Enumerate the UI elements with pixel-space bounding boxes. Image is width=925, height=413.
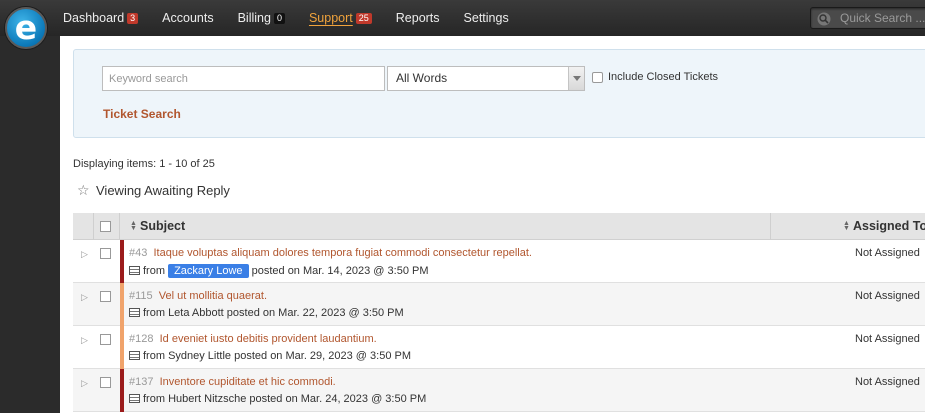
keyword-search-input[interactable]: [102, 66, 385, 91]
view-title-bar: ☆ Viewing Awaiting Reply: [73, 174, 925, 206]
ticket-meta-line: from Zackary Lowe posted on Mar. 14, 202…: [129, 264, 429, 278]
nav-dashboard[interactable]: Dashboard 3: [63, 0, 139, 36]
ticket-assigned: Not Assigned: [855, 247, 920, 259]
nav-reports[interactable]: Reports: [396, 0, 440, 36]
expand-triangle-icon[interactable]: ▷: [81, 249, 88, 260]
view-title: Viewing Awaiting Reply: [96, 183, 230, 198]
ticket-note-icon: [129, 308, 140, 317]
expand-triangle-icon[interactable]: ▷: [81, 378, 88, 389]
priority-indicator: [120, 240, 124, 283]
ticket-subject-link[interactable]: Vel ut mollitia quaerat.: [159, 290, 267, 302]
nav-billing[interactable]: Billing 0: [238, 0, 285, 36]
table-row[interactable]: ▷ #128 Id eveniet iusto debitis providen…: [73, 326, 925, 369]
ticket-subject-link[interactable]: Itaque voluptas aliquam dolores tempora …: [153, 247, 532, 259]
table-row[interactable]: ▷ #137 Inventore cupiditate et hic commo…: [73, 369, 925, 412]
nav-support-badge: 25: [355, 13, 372, 24]
column-divider: [119, 213, 120, 240]
ticket-search-panel: All Words Include Closed Tickets Ticket …: [73, 49, 925, 138]
ticket-id: #43: [129, 247, 148, 259]
main-nav: Dashboard 3 Accounts Billing 0 Support 25 R…: [63, 0, 533, 36]
expand-triangle-icon[interactable]: ▷: [81, 335, 88, 346]
ticket-title-line: #115 Vel ut mollitia quaerat.: [129, 290, 267, 302]
row-checkbox[interactable]: [100, 248, 111, 259]
nav-billing-label: Billing: [237, 11, 271, 25]
table-row[interactable]: ▷ #43 Itaque voluptas aliquam dolores te…: [73, 240, 925, 283]
column-divider: [93, 213, 94, 240]
ticket-meta-line: from Sydney Little posted on Mar. 29, 20…: [129, 350, 411, 362]
include-closed-checkbox[interactable]: [592, 72, 603, 83]
ticket-subject-link[interactable]: Inventore cupiditate et hic commodi.: [160, 376, 336, 388]
column-header-subject[interactable]: Subject: [140, 219, 185, 233]
from-prefix: from: [143, 265, 165, 277]
nav-support[interactable]: Support 25: [309, 0, 372, 36]
priority-indicator: [120, 326, 124, 369]
from-prefix: from: [143, 350, 165, 362]
ticket-title-line: #43 Itaque voluptas aliquam dolores temp…: [129, 247, 532, 259]
ticket-id: #137: [129, 376, 154, 388]
row-checkbox[interactable]: [100, 334, 111, 345]
priority-indicator: [120, 369, 124, 412]
ticket-from-user[interactable]: Hubert Nitzsche: [168, 393, 246, 405]
nav-support-label: Support: [308, 11, 353, 25]
column-divider: [770, 213, 771, 240]
top-navigation-bar: e Dashboard 3 Accounts Billing 0 Support 25…: [0, 0, 925, 49]
star-icon[interactable]: ☆: [77, 182, 90, 199]
nav-reports-label: Reports: [395, 11, 440, 25]
ticket-assigned: Not Assigned: [855, 290, 920, 302]
table-header: ▲ ▼ Subject ▲ ▼ Assigned To: [73, 213, 925, 240]
from-prefix: from: [143, 393, 165, 405]
nav-billing-badge: 0: [273, 13, 285, 24]
ticket-assigned: Not Assigned: [855, 376, 920, 388]
ticket-subject-link[interactable]: Id eveniet iusto debitis provident lauda…: [160, 333, 377, 345]
ticket-note-icon: [129, 394, 140, 403]
ticket-id: #128: [129, 333, 154, 345]
match-mode-select[interactable]: All Words: [387, 66, 585, 91]
chevron-down-icon: [568, 67, 584, 90]
quick-search: [810, 7, 925, 29]
nav-settings-label: Settings: [463, 11, 509, 25]
sort-arrows-icon: ▲ ▼: [130, 220, 137, 232]
nav-dashboard-label: Dashboard: [63, 11, 125, 25]
main-content: All Words Include Closed Tickets Ticket …: [60, 36, 925, 413]
ticket-posted: posted on Mar. 24, 2023 @ 3:50 PM: [249, 393, 427, 405]
nav-settings[interactable]: Settings: [464, 0, 509, 36]
ticket-title-line: #128 Id eveniet iusto debitis provident …: [129, 333, 377, 345]
sort-arrows-icon: ▲ ▼: [843, 220, 850, 232]
ticket-meta-line: from Leta Abbott posted on Mar. 22, 2023…: [129, 307, 404, 319]
search-icon: [817, 12, 831, 26]
ticket-from-user[interactable]: Sydney Little: [168, 350, 231, 362]
nav-dashboard-badge: 3: [127, 13, 139, 24]
match-mode-value: All Words: [396, 71, 448, 85]
column-header-assigned[interactable]: Assigned To: [853, 219, 925, 233]
row-checkbox[interactable]: [100, 377, 111, 388]
quick-search-input[interactable]: [838, 10, 925, 26]
nav-accounts-label: Accounts: [162, 11, 214, 25]
ticket-note-icon: [129, 266, 140, 275]
select-all-checkbox[interactable]: [100, 221, 111, 232]
ticket-assigned: Not Assigned: [855, 333, 920, 345]
ticket-id: #115: [129, 290, 153, 302]
table-row[interactable]: ▷ #115 Vel ut mollitia quaerat. from Let…: [73, 283, 925, 326]
include-closed-label: Include Closed Tickets: [608, 71, 719, 83]
app-logo[interactable]: e: [5, 7, 47, 49]
ticket-posted: posted on Mar. 14, 2023 @ 3:50 PM: [251, 265, 429, 277]
from-prefix: from: [143, 307, 165, 319]
ticket-posted: posted on Mar. 22, 2023 @ 3:50 PM: [226, 307, 404, 319]
nav-accounts[interactable]: Accounts: [162, 0, 213, 36]
ticket-note-icon: [129, 351, 140, 360]
ticket-title-line: #137 Inventore cupiditate et hic commodi…: [129, 376, 336, 388]
ticket-from-user[interactable]: Leta Abbott: [168, 307, 224, 319]
expand-triangle-icon[interactable]: ▷: [81, 292, 88, 303]
ticket-posted: posted on Mar. 29, 2023 @ 3:50 PM: [234, 350, 411, 362]
row-checkbox[interactable]: [100, 291, 111, 302]
priority-indicator: [120, 283, 124, 326]
ticket-meta-line: from Hubert Nitzsche posted on Mar. 24, …: [129, 393, 426, 405]
pagination-summary: Displaying items: 1 - 10 of 25: [73, 158, 215, 170]
ticket-from-user[interactable]: Zackary Lowe: [168, 264, 249, 278]
logo-letter: e: [14, 8, 38, 47]
ticket-search-button[interactable]: Ticket Search: [103, 107, 181, 121]
